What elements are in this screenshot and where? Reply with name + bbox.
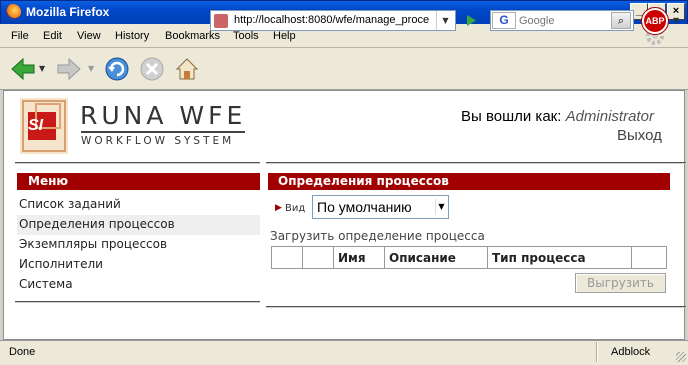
menu-view[interactable]: View — [77, 30, 101, 42]
url-text[interactable]: http://localhost:8080/wfe/manage_proce — [234, 14, 434, 26]
upload-definition-link[interactable]: Загрузить определение процесса — [270, 229, 485, 243]
adblock-plus-icon[interactable]: ABP — [641, 7, 669, 35]
search-magnifier-icon[interactable]: ⌕ — [611, 12, 631, 29]
status-text: Done — [9, 346, 36, 358]
divider — [266, 306, 686, 307]
back-dropdown-icon[interactable]: ▼ — [39, 64, 45, 73]
menu-edit[interactable]: Edit — [43, 30, 62, 42]
logo-subtitle: WORKFLOW SYSTEM — [81, 131, 245, 147]
adblock-dropdown-icon[interactable]: ▼ — [673, 16, 679, 25]
resize-grip-icon[interactable] — [676, 352, 686, 362]
column-header-description[interactable]: Описание — [384, 246, 488, 269]
sidebar-item-process-instances[interactable]: Экземпляры процессов — [17, 235, 260, 255]
sidebar-item-process-definitions[interactable]: Определения процессов — [17, 215, 260, 235]
firefox-icon — [5, 4, 21, 20]
menu-help[interactable]: Help — [273, 30, 296, 42]
column-header-name[interactable]: Имя — [333, 246, 385, 269]
table-header-row: Имя Описание Тип процесса — [271, 246, 667, 269]
forward-dropdown-icon: ▼ — [88, 64, 95, 73]
logout-link[interactable]: Выход — [617, 127, 662, 144]
column-header-icon[interactable] — [302, 246, 334, 269]
login-info: Вы вошли как: Administrator — [461, 108, 654, 125]
menu-tools[interactable]: Tools — [233, 30, 259, 42]
view-toggle-arrow-icon[interactable]: ▶ — [275, 203, 282, 213]
column-header-select[interactable] — [271, 246, 303, 269]
menu-bookmarks[interactable]: Bookmarks — [165, 30, 220, 42]
go-arrow-icon[interactable] — [462, 11, 480, 30]
view-select[interactable]: По умолчанию — [312, 195, 449, 219]
divider — [266, 162, 686, 163]
login-prefix: Вы вошли как: — [461, 108, 562, 125]
sidebar-item-executors[interactable]: Исполнители — [17, 255, 260, 275]
window-title: Mozilla Firefox — [26, 5, 110, 19]
sidebar-item-system[interactable]: Система — [17, 275, 260, 295]
menu-file[interactable]: File — [11, 30, 29, 42]
adblock-status[interactable]: Adblock — [611, 346, 650, 358]
divider — [15, 301, 260, 302]
stop-icon — [140, 57, 164, 81]
export-button: Выгрузить — [575, 273, 666, 293]
divider — [15, 162, 260, 163]
forward-arrow-icon — [57, 57, 81, 81]
column-header-process-type[interactable]: Тип процесса — [487, 246, 632, 269]
process-definitions-table: Имя Описание Тип процесса — [271, 246, 667, 269]
chevron-down-icon[interactable]: ▼ — [435, 199, 447, 215]
column-header-extra[interactable] — [631, 246, 667, 269]
sidebar-item-tasks[interactable]: Список заданий — [17, 195, 260, 215]
menu-history[interactable]: History — [115, 30, 149, 42]
reload-icon[interactable] — [102, 54, 132, 84]
logo-badge: SI — [28, 117, 44, 134]
logo-title: RUNA WFE — [80, 101, 247, 130]
status-separator — [596, 342, 597, 362]
search-engine-icon[interactable]: G — [492, 12, 516, 29]
search-input[interactable] — [519, 12, 607, 29]
view-label[interactable]: Вид — [285, 203, 305, 214]
url-history-dropdown-icon[interactable]: ▼ — [436, 11, 454, 30]
main-title: Определения процессов — [268, 173, 670, 190]
back-arrow-icon[interactable] — [8, 54, 38, 84]
login-user: Administrator — [565, 108, 654, 125]
site-favicon-icon — [214, 14, 228, 28]
home-icon[interactable] — [173, 55, 201, 83]
statusbar — [0, 340, 688, 365]
sidebar-title: Меню — [17, 173, 260, 190]
